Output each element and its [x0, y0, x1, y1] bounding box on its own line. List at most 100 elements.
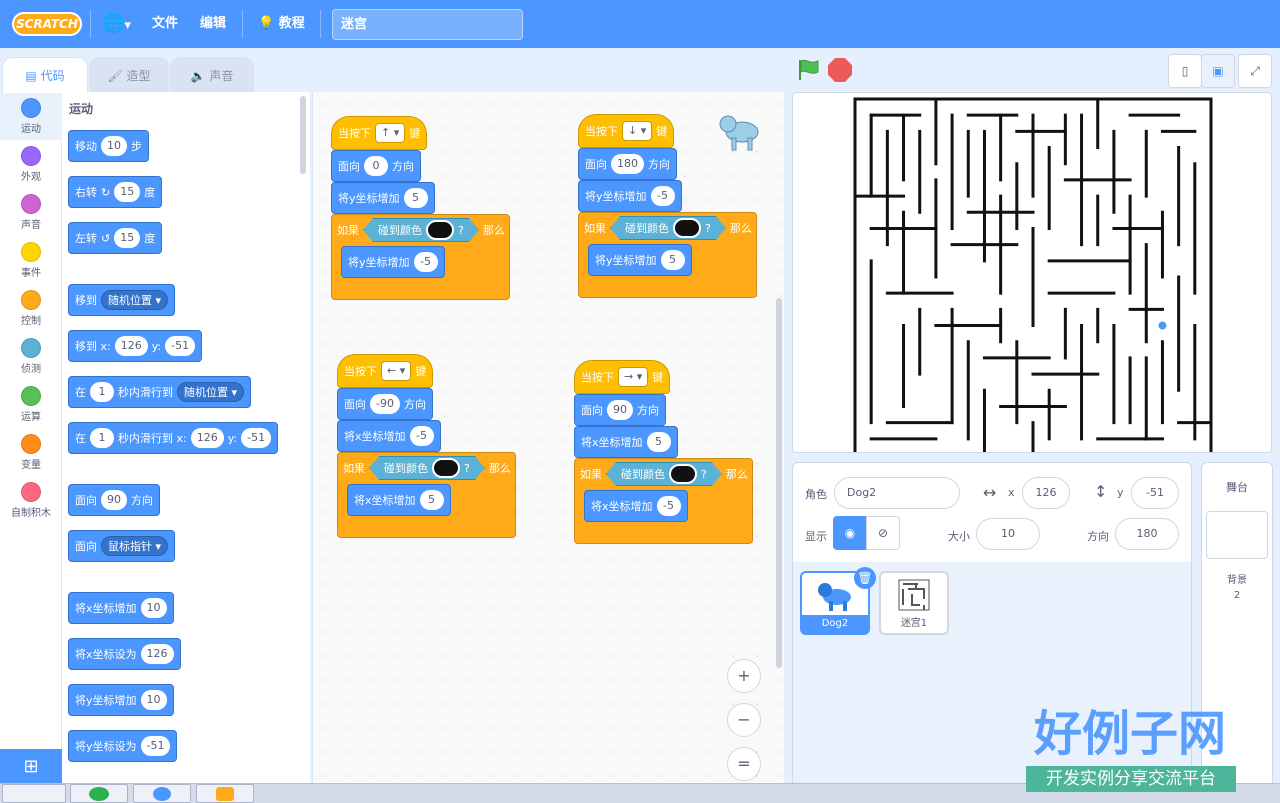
small-stage-button[interactable]: ▯	[1168, 54, 1202, 88]
block-turn-left[interactable]: 左转 ↺ 15 度	[68, 222, 163, 254]
block-input[interactable]: -51	[140, 736, 171, 756]
category-2[interactable]: 声音	[0, 188, 62, 236]
stop-icon[interactable]	[828, 58, 852, 82]
block-input[interactable]: 15	[114, 228, 141, 248]
point-direction-block[interactable]: 面向 180 方向	[578, 148, 677, 180]
block-input[interactable]: 15	[114, 182, 141, 202]
block-input[interactable]: 126	[140, 644, 174, 664]
palette-scrollbar[interactable]	[300, 96, 306, 174]
change-coord-block[interactable]: 将y坐标增加 -5	[578, 180, 682, 212]
change-coord-block[interactable]: 将y坐标增加 -5	[341, 246, 445, 278]
block-input[interactable]: 126	[190, 428, 224, 448]
block-input[interactable]: 1	[90, 428, 114, 448]
show-hidden-toggle[interactable]: ⊘	[866, 516, 900, 550]
block-glide[interactable]: 在 1 秒内滑行到 随机位置 ▾	[68, 376, 252, 408]
block-input[interactable]: 126	[114, 336, 148, 356]
if-then-block[interactable]: 如果 碰到颜色? 那么	[574, 458, 753, 490]
block-goto-xy[interactable]: 移到 x: 126 y: -51	[68, 330, 203, 362]
block-input[interactable]: 90	[101, 490, 127, 510]
stage-canvas[interactable]	[792, 92, 1272, 453]
size-input[interactable]: 10	[976, 518, 1040, 550]
change-coord-block[interactable]: 将y坐标增加 5	[588, 244, 692, 276]
tutorials-menu[interactable]: 💡 教程	[258, 0, 305, 48]
taskbar-app-wechat[interactable]	[70, 784, 128, 803]
when-key-pressed-block[interactable]: 当按下 → ▾ 键	[574, 360, 671, 394]
x-input[interactable]: 126	[1022, 477, 1070, 509]
block-input[interactable]: -51	[241, 428, 272, 448]
block-input[interactable]: -5	[413, 252, 438, 272]
change-coord-block[interactable]: 将x坐标增加 5	[574, 426, 678, 458]
category-6[interactable]: 运算	[0, 380, 62, 428]
touching-color-block[interactable]: 碰到颜色?	[610, 216, 726, 240]
key-dropdown[interactable]: ↓ ▾	[622, 121, 653, 141]
block-move-steps[interactable]: 移动 10 步	[68, 130, 149, 162]
block-input[interactable]: 5	[419, 490, 444, 510]
category-0[interactable]: 运动	[0, 92, 62, 140]
block-change-y[interactable]: 将y坐标增加 10	[68, 684, 174, 716]
dog-sprite-on-stage[interactable]	[1158, 321, 1167, 330]
block-change-x[interactable]: 将x坐标增加 10	[68, 592, 174, 624]
block-input[interactable]: 5	[403, 188, 428, 208]
block-dropdown[interactable]: 随机位置 ▾	[177, 382, 245, 402]
block-input[interactable]: 90	[607, 400, 633, 420]
show-visible-toggle[interactable]: ◉	[833, 516, 867, 550]
add-extension-button[interactable]: ⊞	[0, 749, 62, 785]
block-set-y[interactable]: 将y坐标设为 -51	[68, 730, 178, 762]
when-key-pressed-block[interactable]: 当按下 ↑ ▾ 键	[331, 116, 428, 150]
tab-costumes[interactable]: 🖌 造型	[89, 57, 169, 93]
if-then-block[interactable]: 如果 碰到颜色? 那么	[337, 452, 516, 484]
taskbar-app-scratch[interactable]	[196, 784, 254, 803]
change-coord-block[interactable]: 将y坐标增加 5	[331, 182, 435, 214]
zoom-in-button[interactable]: +	[727, 659, 761, 693]
delete-sprite-button[interactable]: 🗑	[854, 567, 876, 589]
if-then-block[interactable]: 如果 碰到颜色? 那么	[578, 212, 757, 244]
block-input[interactable]: 10	[140, 598, 167, 618]
block-point-direction[interactable]: 面向 90 方向	[68, 484, 160, 516]
block-dropdown[interactable]: 鼠标指针 ▾	[101, 536, 169, 556]
sprite-thumb-maze[interactable]: 迷宫1	[879, 571, 949, 635]
touching-color-block[interactable]: 碰到颜色?	[363, 218, 479, 242]
block-input[interactable]: -90	[370, 394, 400, 414]
key-dropdown[interactable]: ↑ ▾	[375, 123, 406, 143]
color-swatch[interactable]	[426, 220, 454, 240]
block-input[interactable]: -5	[656, 496, 681, 516]
if-then-block[interactable]: 如果 碰到颜色? 那么	[331, 214, 510, 246]
block-input[interactable]: 0	[364, 156, 388, 176]
block-set-x[interactable]: 将x坐标设为 126	[68, 638, 181, 670]
sprite-name-input[interactable]: Dog2	[834, 477, 960, 509]
zoom-reset-button[interactable]: =	[727, 747, 761, 781]
green-flag-icon[interactable]	[796, 58, 822, 82]
block-input[interactable]: 10	[140, 690, 167, 710]
category-5[interactable]: 侦测	[0, 332, 62, 380]
normal-stage-button[interactable]: ▣	[1201, 54, 1235, 88]
block-input[interactable]: 5	[646, 432, 671, 452]
workspace-scrollbar[interactable]	[776, 298, 782, 668]
tab-sounds[interactable]: 🔈 声音	[170, 57, 254, 93]
category-3[interactable]: 事件	[0, 236, 62, 284]
touching-color-block[interactable]: 碰到颜色?	[606, 462, 722, 486]
block-input[interactable]: 1	[90, 382, 114, 402]
key-dropdown[interactable]: ← ▾	[381, 361, 412, 381]
color-swatch[interactable]	[669, 464, 697, 484]
change-coord-block[interactable]: 将x坐标增加 -5	[337, 420, 441, 452]
project-title-input[interactable]: 迷宫	[332, 9, 523, 40]
category-7[interactable]: 变量	[0, 428, 62, 476]
block-input[interactable]: -51	[165, 336, 196, 356]
block-input[interactable]: -5	[409, 426, 434, 446]
block-turn-right[interactable]: 右转 ↻ 15 度	[68, 176, 163, 208]
zoom-out-button[interactable]: −	[727, 703, 761, 737]
point-direction-block[interactable]: 面向 -90 方向	[337, 388, 433, 420]
point-direction-block[interactable]: 面向 0 方向	[331, 150, 421, 182]
block-input[interactable]: 180	[611, 154, 644, 174]
category-8[interactable]: 自制积木	[0, 476, 62, 524]
block-goto[interactable]: 移到 随机位置 ▾	[68, 284, 176, 316]
change-coord-block[interactable]: 将x坐标增加 5	[347, 484, 451, 516]
language-menu[interactable]: 🌐▾	[102, 0, 131, 48]
color-swatch[interactable]	[673, 218, 701, 238]
color-swatch[interactable]	[432, 458, 460, 478]
block-glide-xy[interactable]: 在 1 秒内滑行到 x: 126 y: -51	[68, 422, 279, 454]
fullscreen-button[interactable]: ⤢	[1238, 54, 1272, 88]
block-dropdown[interactable]: 随机位置 ▾	[101, 290, 169, 310]
scratch-logo[interactable]: SCRATCH	[12, 12, 82, 36]
category-1[interactable]: 外观	[0, 140, 62, 188]
